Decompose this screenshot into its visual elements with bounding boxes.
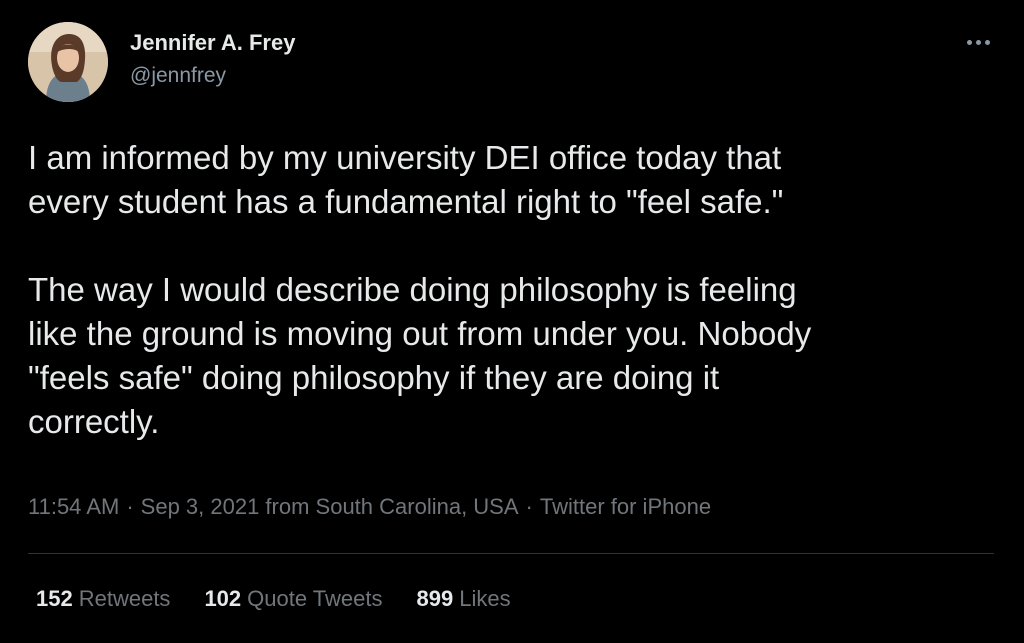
tweet-line: like the ground is moving out from under… — [28, 315, 812, 352]
likes-stat[interactable]: 899 Likes — [417, 586, 511, 612]
author-avatar[interactable] — [28, 22, 108, 102]
tweet-line: correctly. — [28, 403, 160, 440]
author-handle[interactable]: @jennfrey — [130, 64, 226, 88]
more-horizontal-icon — [975, 39, 981, 45]
retweets-count: 152 — [36, 586, 73, 611]
meta-separator: · — [525, 494, 533, 519]
tweet-stats: 152 Retweets 102 Quote Tweets 899 Likes — [36, 586, 511, 612]
more-horizontal-icon — [966, 39, 972, 45]
likes-label: Likes — [459, 586, 511, 611]
tweet-line: The way I would describe doing philosoph… — [28, 271, 797, 308]
likes-count: 899 — [416, 586, 454, 611]
more-options-button[interactable] — [958, 30, 998, 54]
tweet-card: Jennifer A. Frey @jennfrey I am informed… — [0, 0, 1024, 643]
quote-tweets-count: 102 — [204, 586, 242, 611]
tweet-date-location[interactable]: Sep 3, 2021 from South Carolina, USA — [141, 494, 519, 519]
retweets-label: Retweets — [78, 586, 171, 611]
tweet-time[interactable]: 11:54 AM — [28, 494, 119, 519]
tweet-line: "feels safe" doing philosophy if they ar… — [28, 359, 720, 396]
retweets-stat[interactable]: 152 Retweets — [36, 586, 170, 612]
tweet-source[interactable]: Twitter for iPhone — [540, 494, 711, 519]
tweet-line: I am informed by my university DEI offic… — [28, 139, 782, 176]
author-name[interactable]: Jennifer A. Frey — [130, 30, 295, 56]
tweet-metadata: 11:54 AM · Sep 3, 2021 from South Carolina… — [28, 494, 711, 520]
quote-tweets-stat[interactable]: 102 Quote Tweets — [204, 586, 382, 612]
tweet-line: every student has a fundamental right to… — [28, 183, 784, 220]
tweet-text: I am informed by my university DEI offic… — [28, 136, 988, 444]
divider — [28, 553, 994, 554]
quote-tweets-label: Quote Tweets — [247, 586, 383, 611]
more-horizontal-icon — [984, 39, 990, 45]
profile-photo-icon — [28, 22, 108, 102]
meta-separator: · — [126, 494, 134, 519]
